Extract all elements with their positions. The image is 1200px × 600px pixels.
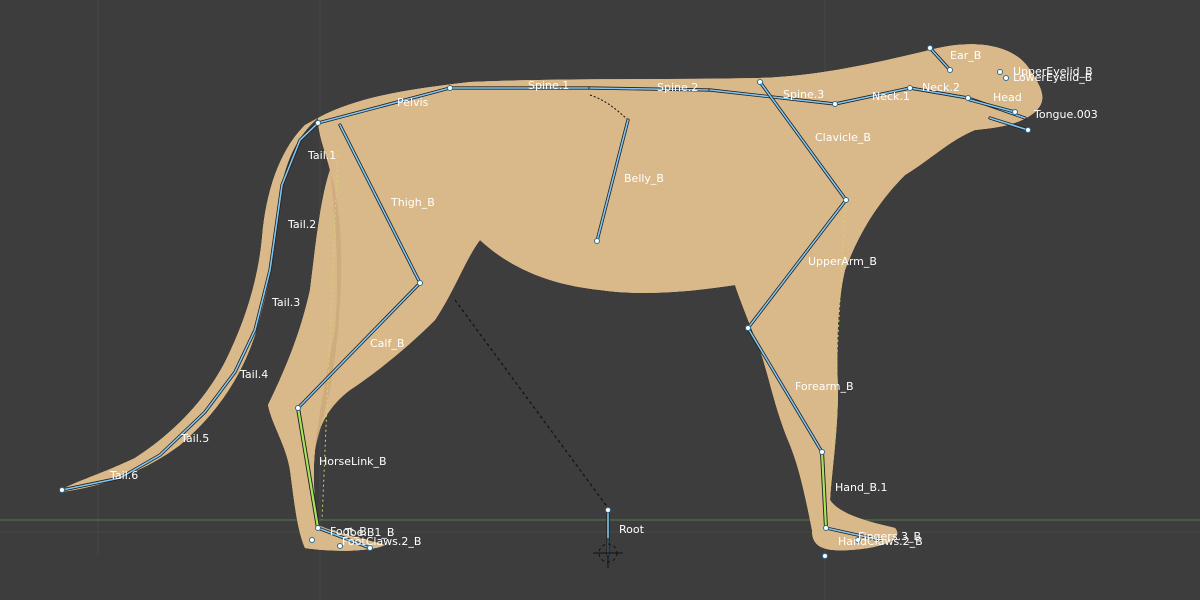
label-pelvis: Pelvis <box>397 96 429 109</box>
label-neck-2: Neck.2 <box>922 81 960 94</box>
label-upperarm: UpperArm_B <box>808 255 877 268</box>
label-spine-1: Spine.1 <box>528 79 569 92</box>
label-hand: Hand_B.1 <box>835 481 888 494</box>
label-foot-claws: FootClaws.2_B <box>342 535 421 548</box>
label-tail-3: Tail.3 <box>271 296 300 309</box>
label-tail-5: Tail.5 <box>180 432 209 445</box>
3d-viewport[interactable]: Spine.1 Spine.2 Spine.3 Pelvis Neck.1 Ne… <box>0 0 1200 600</box>
label-belly: Belly_B <box>624 172 664 185</box>
3d-cursor-icon[interactable] <box>593 538 623 568</box>
label-horselink: HorseLink_B <box>319 455 387 468</box>
label-tongue: Tongue.003 <box>1033 108 1098 121</box>
label-neck-1: Neck.1 <box>872 90 910 103</box>
label-fingers: Fingers.3_B <box>858 530 921 543</box>
label-calf: Calf_B <box>370 337 404 350</box>
label-ear: Ear_B <box>950 49 981 62</box>
label-forearm: Forearm_B <box>795 380 854 393</box>
label-head: Head <box>993 91 1022 104</box>
label-tail-1: Tail.1 <box>307 149 336 162</box>
label-spine-3: Spine.3 <box>783 88 824 101</box>
label-clavicle: Clavicle_B <box>815 131 871 144</box>
label-tail-4: Tail.4 <box>239 368 268 381</box>
label-tail-6: Tail.6 <box>109 469 138 482</box>
label-tail-2: Tail.2 <box>287 218 316 231</box>
label-spine-2: Spine.2 <box>657 81 698 94</box>
viewport-canvas[interactable]: Spine.1 Spine.2 Spine.3 Pelvis Neck.1 Ne… <box>0 0 1200 600</box>
label-thigh: Thigh_B <box>390 196 435 209</box>
label-lower-eyelid: LowerEyelid_B <box>1013 71 1092 84</box>
cheetah-mesh[interactable] <box>60 44 1043 551</box>
label-root: Root <box>619 523 645 536</box>
